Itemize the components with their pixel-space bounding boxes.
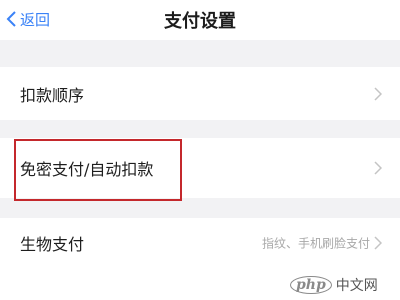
settings-row-biometric-payment[interactable]: 生物支付 指纹、手机刷脸支付	[0, 218, 400, 268]
row-label: 生物支付	[20, 235, 85, 254]
highlight-box	[14, 139, 182, 201]
watermark: php 中文网	[290, 274, 378, 296]
settings-row-deduction-order[interactable]: 扣款顺序	[0, 67, 400, 120]
page-title: 支付设置	[164, 11, 236, 32]
row-label: 扣款顺序	[20, 85, 85, 105]
chevron-right-icon	[374, 86, 382, 101]
navigation-bar: 返回 支付设置	[0, 0, 400, 40]
watermark-logo: php	[290, 276, 332, 294]
chevron-right-icon	[374, 236, 382, 250]
watermark-text: 中文网	[335, 278, 378, 294]
chevron-right-icon	[374, 161, 382, 175]
row-value: 指纹、手机刷脸支付	[261, 236, 370, 251]
